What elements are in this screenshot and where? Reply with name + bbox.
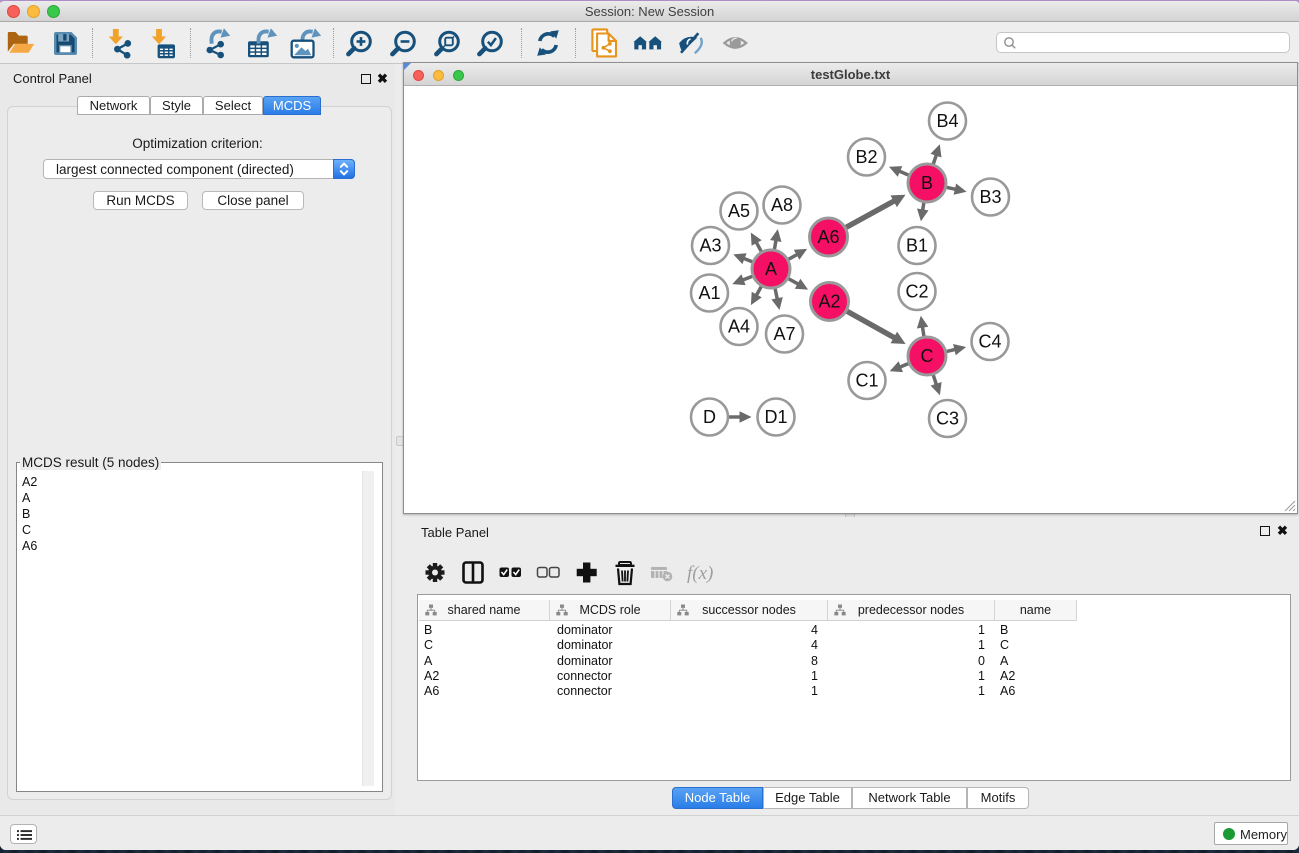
svg-text:C3: C3 [936,409,959,429]
svg-text:A7: A7 [773,324,795,344]
svg-text:A6: A6 [817,227,839,247]
svg-text:A1: A1 [698,283,720,303]
svg-text:C4: C4 [978,332,1001,352]
svg-text:B4: B4 [936,111,958,131]
svg-text:C: C [921,346,934,366]
svg-text:C1: C1 [855,371,878,391]
svg-text:A5: A5 [728,201,750,221]
svg-text:A2: A2 [818,292,840,312]
svg-text:A3: A3 [699,236,721,256]
svg-text:D1: D1 [764,407,787,427]
svg-text:B: B [921,173,933,193]
svg-text:D: D [703,407,716,427]
svg-text:A4: A4 [728,317,750,337]
svg-text:A8: A8 [771,195,793,215]
svg-text:B2: B2 [855,147,877,167]
svg-text:B3: B3 [979,187,1001,207]
svg-text:C2: C2 [905,282,928,302]
svg-text:A: A [765,259,777,279]
svg-text:B1: B1 [906,236,928,256]
svg-text:f(x): f(x) [687,563,713,584]
